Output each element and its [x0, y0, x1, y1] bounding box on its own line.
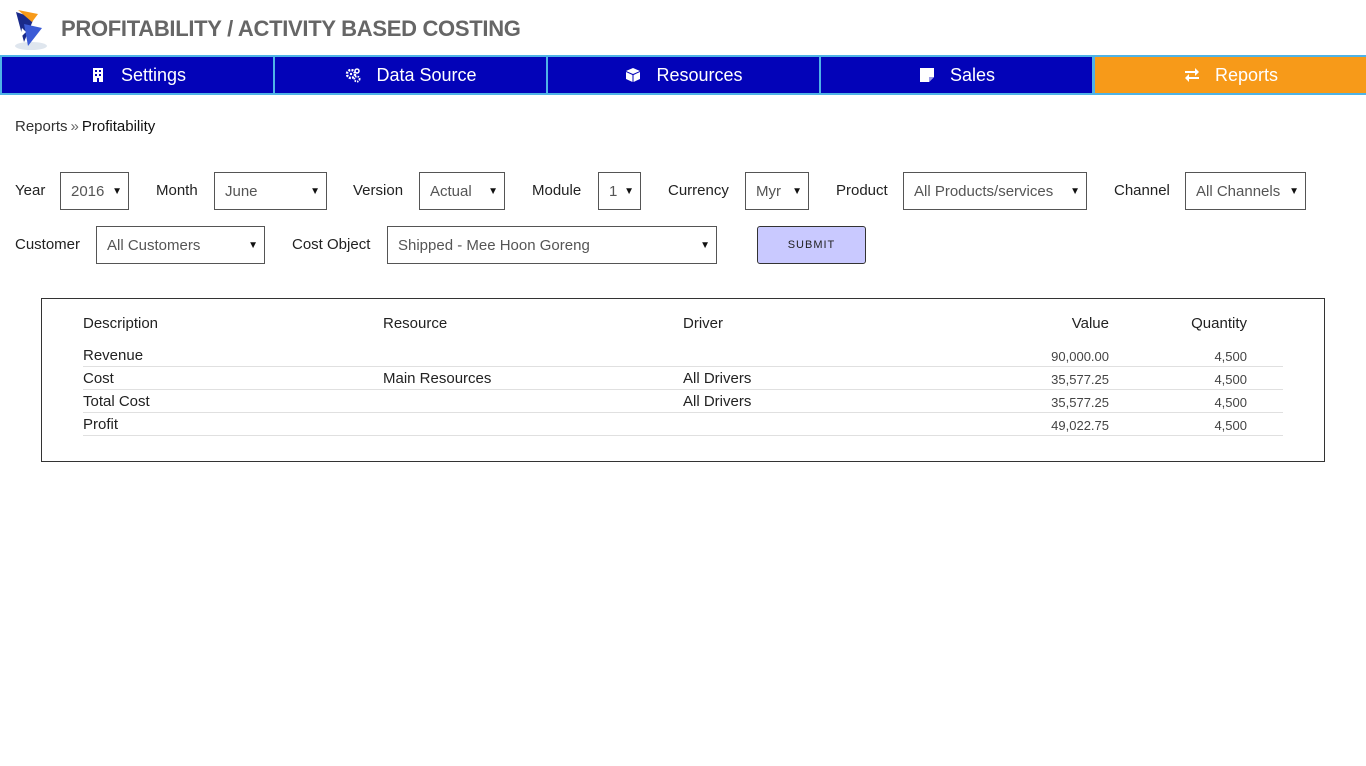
currency-select[interactable]: Myr ▼: [745, 172, 809, 210]
caret-down-icon: ▼: [488, 186, 498, 197]
month-select[interactable]: June ▼: [214, 172, 327, 210]
tab-sales[interactable]: Sales: [821, 57, 1094, 93]
app-logo: [12, 8, 50, 52]
breadcrumb-separator: »: [70, 118, 79, 135]
currency-label: Currency: [668, 182, 729, 199]
caret-down-icon: ▼: [310, 186, 320, 197]
year-label: Year: [15, 182, 46, 199]
sticky-note-icon: [918, 66, 936, 84]
caret-down-icon: ▼: [1070, 186, 1080, 197]
column-header-resource: Resource: [383, 315, 448, 332]
breadcrumb-parent-link[interactable]: Reports: [15, 118, 68, 135]
cost-object-select[interactable]: Shipped - Mee Hoon Goreng ▼: [387, 226, 717, 264]
caret-down-icon: ▼: [700, 240, 710, 251]
row-resource: Main Resources: [383, 370, 492, 387]
month-select-value: June: [225, 182, 258, 200]
breadcrumb-current: Profitability: [81, 118, 156, 135]
month-label: Month: [156, 182, 198, 199]
exchange-icon: [1183, 66, 1201, 84]
module-select-value: 1: [609, 182, 618, 200]
row-description: Cost: [83, 370, 114, 387]
channel-select[interactable]: All Channels ▼: [1185, 172, 1306, 210]
tab-reports[interactable]: Reports: [1094, 57, 1366, 93]
version-label: Version: [353, 182, 404, 199]
year-select[interactable]: 2016 ▼: [60, 172, 129, 210]
version-select-value: Actual: [430, 182, 472, 200]
table-row: Total Cost All Drivers 35,577.25 4,500: [83, 390, 1283, 413]
module-label: Module: [532, 182, 582, 199]
main-nav: Settings Data Source Resources Sales Rep…: [0, 55, 1366, 95]
table-row: Cost Main Resources All Drivers 35,577.2…: [83, 367, 1283, 390]
version-select[interactable]: Actual ▼: [419, 172, 505, 210]
app-header: PROFITABILITY / ACTIVITY BASED COSTING: [0, 0, 1366, 56]
product-label: Product: [836, 182, 888, 199]
tab-settings-label: Settings: [120, 64, 187, 85]
column-header-value: Value: [1071, 315, 1109, 332]
column-header-description: Description: [83, 315, 159, 332]
row-description: Profit: [83, 416, 119, 433]
row-quantity: 4,500: [1214, 418, 1247, 433]
row-value: 35,577.25: [1051, 395, 1109, 410]
caret-down-icon: ▼: [624, 186, 634, 197]
gears-icon: [344, 66, 362, 84]
submit-button[interactable]: SUBMIT: [757, 226, 866, 264]
tab-data-source-label: Data Source: [376, 64, 477, 85]
cost-object-select-value: Shipped - Mee Hoon Goreng: [398, 236, 590, 254]
tab-data-source[interactable]: Data Source: [275, 57, 548, 93]
tab-settings[interactable]: Settings: [0, 57, 275, 93]
tab-reports-label: Reports: [1214, 64, 1279, 85]
product-select-value: All Products/services: [914, 182, 1054, 200]
profitability-report: Description Resource Driver Value Quanti…: [41, 298, 1325, 462]
row-value: 49,022.75: [1051, 418, 1109, 433]
customer-select[interactable]: All Customers ▼: [96, 226, 265, 264]
row-driver: All Drivers: [683, 370, 752, 387]
column-header-quantity: Quantity: [1191, 315, 1247, 332]
row-value: 35,577.25: [1051, 372, 1109, 387]
tab-resources[interactable]: Resources: [548, 57, 821, 93]
tab-resources-label: Resources: [656, 64, 743, 85]
app-title: PROFITABILITY / ACTIVITY BASED COSTING: [61, 16, 521, 41]
caret-down-icon: ▼: [248, 240, 258, 251]
row-driver: All Drivers: [683, 393, 752, 410]
row-quantity: 4,500: [1214, 349, 1247, 364]
channel-select-value: All Channels: [1196, 182, 1281, 200]
currency-select-value: Myr: [756, 182, 781, 200]
row-quantity: 4,500: [1214, 372, 1247, 387]
building-icon: [89, 66, 107, 84]
column-header-driver: Driver: [683, 315, 723, 332]
customer-select-value: All Customers: [107, 236, 201, 254]
row-quantity: 4,500: [1214, 395, 1247, 410]
caret-down-icon: ▼: [112, 186, 122, 197]
table-row: Revenue 90,000.00 4,500: [83, 344, 1283, 367]
cube-icon: [624, 66, 642, 84]
row-description: Total Cost: [83, 393, 150, 410]
tab-sales-label: Sales: [949, 64, 996, 85]
channel-label: Channel: [1114, 182, 1170, 199]
module-select[interactable]: 1 ▼: [598, 172, 641, 210]
row-description: Revenue: [83, 347, 144, 364]
breadcrumb: Reports» Profitability: [15, 118, 155, 135]
year-select-value: 2016: [71, 182, 105, 200]
table-row: Profit 49,022.75 4,500: [83, 413, 1283, 436]
product-select[interactable]: All Products/services ▼: [903, 172, 1087, 210]
cost-object-label: Cost Object: [292, 236, 371, 253]
caret-down-icon: ▼: [792, 186, 802, 197]
caret-down-icon: ▼: [1289, 186, 1299, 197]
customer-label: Customer: [15, 236, 81, 253]
row-value: 90,000.00: [1051, 349, 1109, 364]
